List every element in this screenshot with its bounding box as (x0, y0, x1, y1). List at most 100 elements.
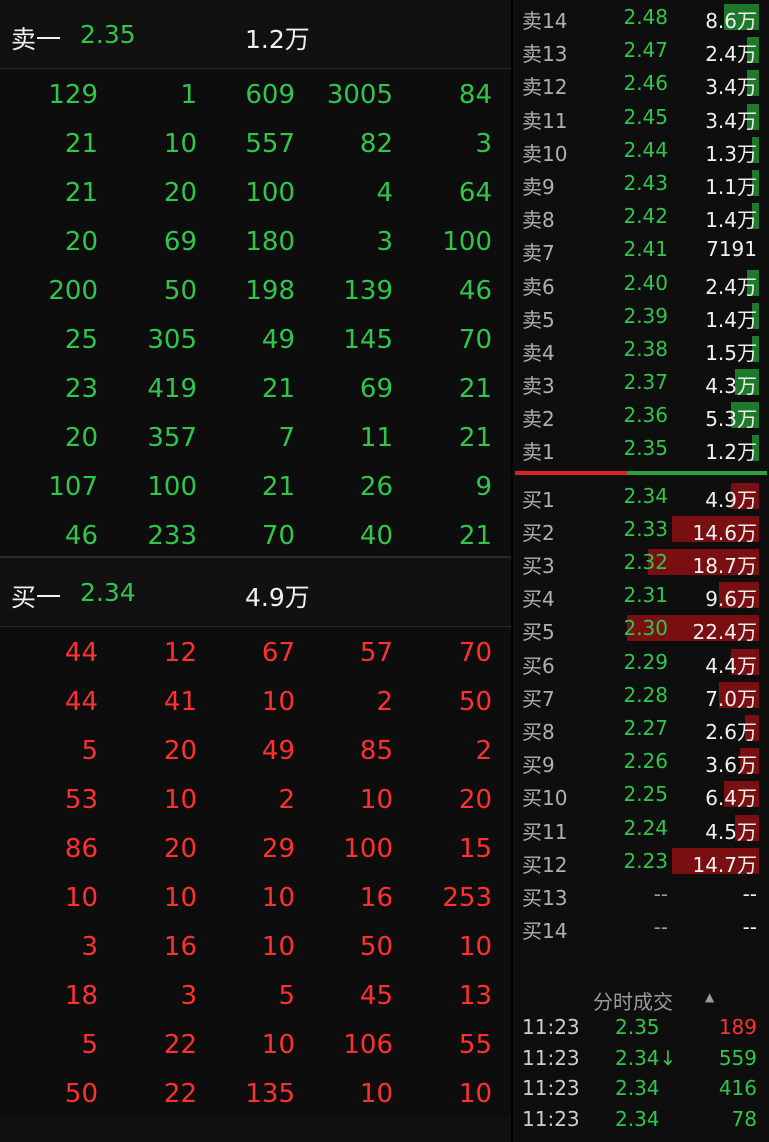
level-price: 2.29 (623, 649, 668, 674)
ask-level-row[interactable]: 卖2 2.36 5.3万 (513, 398, 769, 431)
ask-level-row[interactable]: 卖9 2.43 1.1万 (513, 166, 769, 199)
bid-level-row[interactable]: 买5 2.30 22.4万 (513, 611, 769, 644)
ask-level-row[interactable]: 卖8 2.42 1.4万 (513, 199, 769, 232)
bid-queue-cell: 22 (163, 1030, 197, 1060)
level-price: -- (653, 915, 668, 940)
level-label: 买2 (522, 520, 555, 545)
trade-volume: 78 (731, 1106, 757, 1131)
bid-queue-cell: 49 (261, 736, 295, 766)
ask-queue-cell: 64 (458, 178, 492, 208)
ask-levels-list: 卖14 2.48 8.6万 卖13 2.47 2.4万 卖12 2.46 3.4万 卖11 2.45… (513, 0, 769, 465)
level-label: 买8 (522, 719, 555, 744)
level-volume: 3.6万 (705, 753, 757, 778)
level-label: 买13 (522, 885, 568, 910)
ask-queue-cell: 69 (163, 227, 197, 257)
trade-price: 2.34 (615, 1076, 660, 1100)
bid-queue-cell: 41 (163, 687, 197, 717)
bid-level-row[interactable]: 买12 2.23 14.7万 (513, 844, 769, 877)
bid-level-row[interactable]: 买13 -- -- (513, 877, 769, 910)
ask-queue-cell: 82 (359, 129, 393, 159)
ask-queue-cell: 70 (261, 521, 295, 551)
level-label: 卖7 (522, 241, 555, 266)
level-label: 卖8 (522, 208, 555, 233)
bid-level-row[interactable]: 买4 2.31 9.6万 (513, 578, 769, 611)
level-price: -- (653, 881, 668, 906)
bid-level-row[interactable]: 买10 2.25 6.4万 (513, 777, 769, 810)
bid-level-row[interactable]: 买7 2.28 7.0万 (513, 678, 769, 711)
ask-level-row[interactable]: 卖14 2.48 8.6万 (513, 0, 769, 33)
ask-level-row[interactable]: 卖11 2.45 3.4万 (513, 100, 769, 133)
bid-level-row[interactable]: 买3 2.32 18.7万 (513, 545, 769, 578)
ask-level-row[interactable]: 卖13 2.47 2.4万 (513, 33, 769, 66)
bid-queue-cell: 50 (64, 1079, 98, 1109)
bid-queue-cell: 20 (163, 834, 197, 864)
level-label: 卖10 (522, 141, 568, 166)
ask-queue-cell: 20 (64, 227, 98, 257)
bid-queue-row: 3 16 10 50 10 (0, 922, 511, 971)
level-volume: -- (742, 915, 757, 940)
ask-queue-cell: 21 (261, 374, 295, 404)
ask-queue-cell: 180 (245, 227, 295, 257)
bid-level-row[interactable]: 买9 2.26 3.6万 (513, 744, 769, 777)
bid-level-row[interactable]: 买2 2.33 14.6万 (513, 512, 769, 545)
bid-one-header[interactable]: 买一 2.34 4.9万 (0, 558, 511, 627)
bid-level-row[interactable]: 买14 -- -- (513, 910, 769, 943)
bid-level-row[interactable]: 买6 2.29 4.4万 (513, 645, 769, 678)
level-price: 2.37 (623, 370, 668, 395)
ask-queue-cell: 198 (245, 276, 295, 306)
level-price: 2.42 (623, 204, 668, 229)
bid-level-row[interactable]: 买1 2.34 4.9万 (513, 479, 769, 512)
bid-queue-cell: 135 (245, 1079, 295, 1109)
ask-queue-cell: 419 (147, 374, 197, 404)
level-volume: 14.6万 (692, 520, 757, 545)
bid-level-row[interactable]: 买11 2.24 4.5万 (513, 811, 769, 844)
level-label: 卖11 (522, 108, 568, 133)
bid-queue-cell: 13 (458, 981, 492, 1011)
level-volume: 4.3万 (705, 374, 757, 399)
ask-level-row[interactable]: 卖3 2.37 4.3万 (513, 365, 769, 398)
level-label: 买14 (522, 919, 568, 944)
level-volume: 2.6万 (705, 719, 757, 744)
bid-queue-cell: 253 (442, 883, 492, 913)
bid-queue-row: 50 22 135 10 10 (0, 1069, 511, 1118)
ask-queue-cell: 21 (458, 423, 492, 453)
ask-queue-cell: 21 (64, 129, 98, 159)
bid-queue-cell: 20 (458, 785, 492, 815)
bid-queue-row: 53 10 2 10 20 (0, 775, 511, 824)
level-price: 2.47 (623, 38, 668, 63)
ask-queue-row: 23 419 21 69 21 (0, 364, 511, 413)
level-volume: 22.4万 (692, 620, 757, 645)
bid-queue-cell: 2 (278, 785, 295, 815)
bid-queue-cell: 29 (261, 834, 295, 864)
ask-queue-cell: 139 (343, 276, 393, 306)
level-label: 买6 (522, 653, 555, 678)
ask-level-row[interactable]: 卖10 2.44 1.3万 (513, 133, 769, 166)
ask-one-header[interactable]: 卖一 2.35 1.2万 (0, 0, 511, 69)
bid-queue-cell: 45 (359, 981, 393, 1011)
level-label: 买3 (522, 554, 555, 578)
bid-level-row[interactable]: 买8 2.27 2.6万 (513, 711, 769, 744)
trades-header[interactable]: 分时成交 ▲ (513, 982, 769, 1014)
ask-level-row[interactable]: 卖5 2.39 1.4万 (513, 299, 769, 332)
level-label: 买11 (522, 819, 568, 844)
level-price: 2.26 (623, 749, 668, 774)
bid-ask-ratio-bar (513, 465, 769, 479)
level-volume: 2.4万 (705, 274, 757, 299)
collapse-arrow-icon[interactable]: ▲ (705, 990, 714, 1004)
ask-level-row[interactable]: 卖12 2.46 3.4万 (513, 66, 769, 99)
ask-level-row[interactable]: 卖1 2.35 1.2万 (513, 431, 769, 464)
ask-level-row[interactable]: 卖4 2.38 1.5万 (513, 332, 769, 365)
ask-level-row[interactable]: 卖6 2.40 2.4万 (513, 266, 769, 299)
ask-level-row[interactable]: 卖7 2.41 7191 (513, 232, 769, 265)
level-label: 卖14 (522, 9, 568, 33)
ask-queue-cell: 70 (458, 325, 492, 355)
level-price: 2.39 (623, 303, 668, 328)
trade-price: 2.35 (615, 1015, 660, 1039)
ask-queue-cell: 4 (376, 178, 393, 208)
level-label: 卖3 (522, 374, 555, 399)
ask-queue-cell: 7 (278, 423, 295, 453)
level-price: 2.34 (623, 483, 668, 508)
trade-volume: 189 (718, 1015, 757, 1039)
ask-queue-cell: 3 (475, 129, 492, 159)
ask-queue-row: 21 20 100 4 64 (0, 168, 511, 217)
